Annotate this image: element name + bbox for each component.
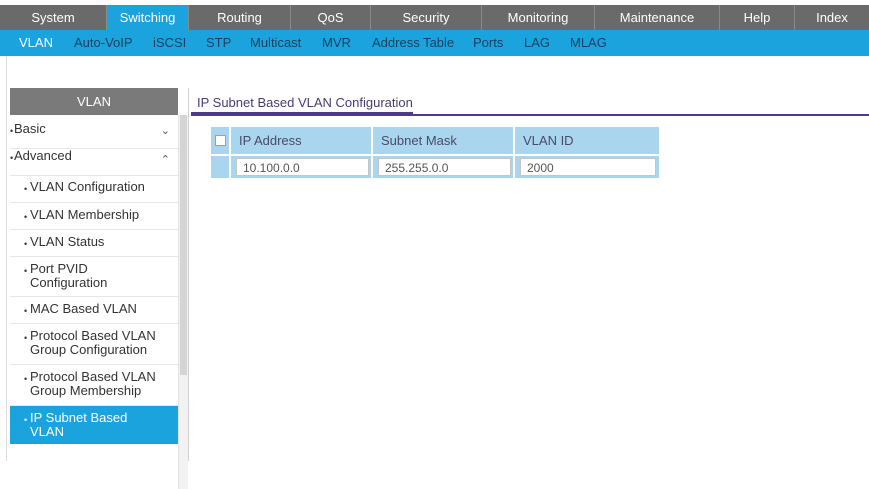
table-cell-subnet-mask: 255.255.0.0 (373, 154, 515, 178)
sidebar-item-port-pvid-configuration[interactable]: • Port PVID Configuration (10, 257, 178, 297)
subnav-mvr[interactable]: MVR (322, 30, 351, 56)
subnav-auto-voip[interactable]: Auto-VoIP (74, 30, 133, 56)
sidebar-scroll-thumb[interactable] (180, 115, 187, 375)
table-cell-vlan-id: 2000 (515, 154, 659, 178)
vlan-id-input[interactable]: 2000 (520, 158, 656, 176)
page-title: IP Subnet Based VLAN Configuration (197, 95, 413, 110)
subnav-stp[interactable]: STP (206, 30, 231, 56)
tab-routing[interactable]: Routing (189, 5, 291, 30)
sidebar-item-vlan-configuration[interactable]: • VLAN Configuration (10, 176, 178, 203)
top-navigation: System Switching Routing QoS Security Mo… (0, 5, 869, 30)
sidebar-item-label: VLAN Status (30, 234, 105, 249)
title-underline (191, 114, 869, 116)
sidebar-item-basic[interactable]: •Basic ⌄ (10, 122, 178, 149)
sidebar: VLAN •Basic ⌄ •Advanced ⌃ • VLAN Configur… (10, 88, 189, 489)
subnav-ports[interactable]: Ports (473, 30, 503, 56)
select-all-checkbox[interactable] (215, 135, 226, 146)
sidebar-scrollbar[interactable] (178, 115, 188, 489)
column-header-ip-address: IP Address (231, 127, 373, 154)
column-header-vlan-id: VLAN ID (515, 127, 659, 154)
subnet-mask-input[interactable]: 255.255.0.0 (378, 158, 511, 176)
page-left-border (6, 56, 7, 461)
sidebar-item-label: VLAN Membership (30, 207, 140, 222)
tab-help[interactable]: Help (720, 5, 795, 30)
subnav-iscsi[interactable]: iSCSI (153, 30, 186, 56)
tab-index[interactable]: Index (795, 5, 869, 30)
chevron-up-icon[interactable]: ⌃ (161, 153, 170, 166)
sidebar-header: VLAN (10, 88, 178, 115)
subnav-vlan[interactable]: VLAN (19, 30, 53, 56)
tab-switching[interactable]: Switching (107, 5, 189, 30)
sidebar-item-mac-based-vlan[interactable]: • MAC Based VLAN (10, 297, 178, 324)
sidebar-item-label: Protocol Based VLAN Group Membership (30, 369, 156, 398)
ip-address-input[interactable]: 10.100.0.0 (236, 158, 369, 176)
sidebar-item-label: Protocol Based VLAN Group Configuration (30, 328, 156, 357)
subnav-multicast[interactable]: Multicast (250, 30, 301, 56)
subnav-address-table[interactable]: Address Table (372, 30, 454, 56)
subnav-mlag[interactable]: MLAG (570, 30, 607, 56)
subnav-lag[interactable]: LAG (524, 30, 550, 56)
sidebar-item-label: MAC Based VLAN (30, 301, 137, 316)
sidebar-item-ip-subnet-based-vlan[interactable]: • IP Subnet Based VLAN (10, 406, 178, 444)
sub-navigation: VLAN Auto-VoIP iSCSI STP Multicast MVR A… (0, 30, 869, 56)
column-header-subnet-mask: Subnet Mask (373, 127, 515, 154)
sidebar-item-label: Basic (14, 121, 46, 136)
tab-security[interactable]: Security (371, 5, 482, 30)
sidebar-item-label: Advanced (14, 148, 72, 163)
sidebar-item-label: VLAN Configuration (30, 179, 145, 194)
sidebar-item-vlan-status[interactable]: • VLAN Status (10, 230, 178, 257)
row-select-cell (211, 154, 231, 178)
sidebar-item-advanced[interactable]: •Advanced ⌃ (10, 149, 178, 176)
tab-qos[interactable]: QoS (291, 5, 371, 30)
tab-maintenance[interactable]: Maintenance (595, 5, 720, 30)
tab-system[interactable]: System (0, 5, 107, 30)
sidebar-item-label: Port PVID Configuration (30, 261, 108, 290)
sidebar-item-label: IP Subnet Based VLAN (30, 410, 128, 439)
table-cell-ip-address: 10.100.0.0 (231, 154, 373, 178)
tab-monitoring[interactable]: Monitoring (482, 5, 595, 30)
sidebar-item-protocol-based-vlan-group-membership[interactable]: • Protocol Based VLAN Group Membership (10, 365, 178, 406)
select-all-header (211, 127, 231, 154)
sidebar-item-protocol-based-vlan-group-configuration[interactable]: • Protocol Based VLAN Group Configuration (10, 324, 178, 365)
chevron-down-icon[interactable]: ⌄ (161, 124, 170, 137)
sidebar-item-vlan-membership[interactable]: • VLAN Membership (10, 203, 178, 230)
